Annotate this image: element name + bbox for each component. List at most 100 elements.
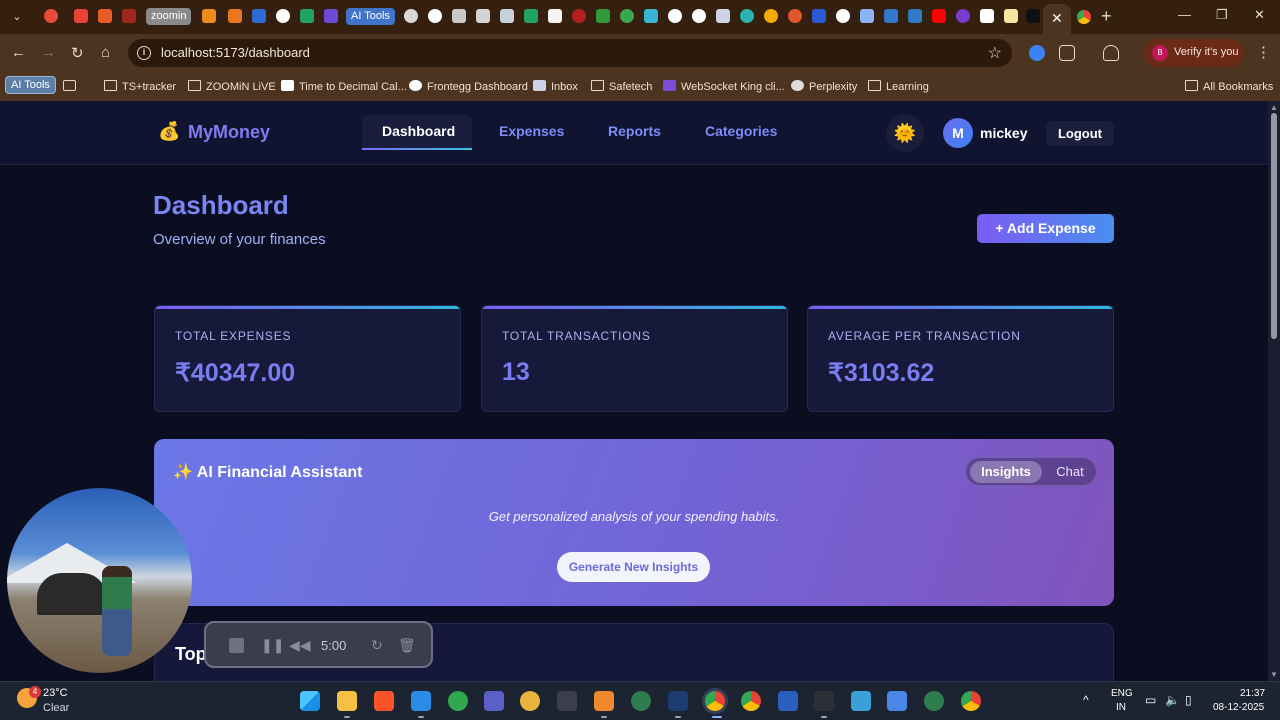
typescript-tab-icon[interactable] [908,9,922,23]
trash-icon[interactable]: 🗑 [398,637,416,654]
site-info-icon[interactable]: i [137,46,151,60]
tab-insights[interactable]: Insights [970,461,1042,483]
slack-icon[interactable] [520,691,540,711]
active-tab[interactable]: ✕ [1043,4,1071,34]
tab-zoomin[interactable]: zoomin [146,8,192,25]
teams-icon[interactable] [484,691,504,711]
weather-condition[interactable]: Clear [43,702,69,714]
bookmark-star-icon[interactable]: ☆ [988,43,1002,63]
github-tab-icon[interactable] [668,9,682,23]
tab-favicon-icon[interactable] [548,9,562,23]
youtube-tab-icon[interactable] [932,9,946,23]
terminal-icon[interactable] [814,691,834,711]
tab-favicon-icon[interactable] [98,9,112,23]
rewind-icon[interactable]: ◀◀ [289,637,311,654]
tab-favicon-icon[interactable] [620,9,634,23]
app-icon[interactable] [851,691,871,711]
nav-dashboard[interactable]: Dashboard [382,123,455,139]
weather-temperature[interactable]: 23°C [43,687,68,699]
app-icon[interactable] [924,691,944,711]
minimize-icon[interactable]: — [1178,7,1191,22]
tab-favicon-icon[interactable] [716,9,730,23]
bookmark-item[interactable]: Frontegg Dashboard [409,79,528,95]
tab-favicon-icon[interactable] [740,9,754,23]
tab-favicon-icon[interactable] [276,9,290,23]
tab-favicon-icon[interactable] [572,9,586,23]
forward-icon[interactable]: → [41,44,56,61]
bookmark-item[interactable]: Learning [868,79,929,95]
logout-button[interactable]: Logout [1046,121,1114,146]
page-scrollbar[interactable]: ▲ ▼ [1268,101,1280,681]
language-region[interactable]: IN [1116,702,1126,713]
reload-icon[interactable]: ↻ [71,44,84,62]
vscode-icon[interactable] [411,691,431,711]
back-icon[interactable]: ← [11,44,26,61]
battery-icon[interactable]: ▯ [1185,693,1192,707]
new-tab-icon[interactable]: + [1101,6,1112,27]
chrome-tab-icon[interactable] [1077,10,1091,24]
chrome-icon[interactable] [705,691,725,711]
nav-categories[interactable]: Categories [705,123,777,139]
tab-favicon-icon[interactable] [476,9,490,23]
theme-toggle-button[interactable]: 🌞 [886,114,924,152]
tab-favicon-icon[interactable] [228,9,242,23]
app-icon[interactable] [631,691,651,711]
close-window-icon[interactable]: ✕ [1254,7,1265,23]
browser-menu-icon[interactable]: ⋮ [1256,43,1271,61]
tab-favicon-icon[interactable] [596,9,610,23]
tab-chat[interactable]: Chat [1046,461,1094,483]
gmail-tab-icon[interactable] [74,9,88,23]
tab-favicon-icon[interactable] [202,9,216,23]
user-avatar[interactable]: M [943,118,973,148]
maximize-icon[interactable]: ❐ [1216,7,1228,23]
app-icon[interactable] [668,691,688,711]
tab-favicon-icon[interactable] [860,9,874,23]
add-expense-button[interactable]: + Add Expense [977,214,1114,243]
bookmark-item[interactable]: Safetech [591,79,652,95]
restart-icon[interactable]: ↻ [371,637,383,654]
tab-favicon-icon[interactable] [404,9,418,23]
scroll-up-icon[interactable]: ▲ [1270,103,1278,112]
generate-insights-button[interactable]: Generate New Insights [557,552,710,582]
scrollbar-thumb[interactable] [1271,113,1277,339]
close-tab-icon[interactable]: ✕ [1051,10,1063,27]
all-bookmarks[interactable]: All Bookmarks [1185,79,1273,95]
tab-favicon-icon[interactable] [788,9,802,23]
tab-favicon-icon[interactable] [812,9,826,23]
clock-time[interactable]: 21:37 [1240,688,1265,699]
bookmark-item[interactable]: Time to Decimal Cal... [281,79,407,95]
app-icon[interactable] [557,691,577,711]
tab-ai-tools[interactable]: AI Tools [346,8,395,25]
tab-favicon-icon[interactable] [300,9,314,23]
bookmark-item[interactable]: ZOOMiN LiVE [188,79,276,95]
word-icon[interactable] [778,691,798,711]
address-bar[interactable]: i localhost:5173/dashboard ☆ [128,39,1012,67]
scroll-down-icon[interactable]: ▼ [1270,670,1278,679]
tab-favicon-icon[interactable] [644,9,658,23]
brave-icon[interactable] [374,691,394,711]
bookmark-item[interactable]: Perplexity [791,79,857,95]
tab-favicon-icon[interactable] [44,9,58,23]
clock-date[interactable]: 08-12-2025 [1213,702,1264,713]
extensions-puzzle-icon[interactable] [1059,45,1075,61]
sublime-icon[interactable] [594,691,614,711]
speedometer-app-icon[interactable] [448,691,468,711]
verify-profile-chip[interactable]: B Verify it's you [1144,39,1244,67]
tab-favicon-icon[interactable] [452,9,466,23]
tab-favicon-icon[interactable] [524,9,538,23]
home-icon[interactable]: ⌂ [101,44,110,61]
chrome-profile-icon[interactable] [961,691,981,711]
bookmark-item[interactable]: Inbox [533,79,578,95]
tab-favicon-icon[interactable] [692,9,706,23]
notepad-icon[interactable] [887,691,907,711]
incognito-icon[interactable] [1103,45,1119,61]
pause-icon[interactable]: ❚❚ [261,637,284,654]
tray-chevron-icon[interactable]: ^ [1083,693,1089,707]
tab-favicon-icon[interactable] [252,9,266,23]
github-tab-icon[interactable] [428,9,442,23]
typescript-tab-icon[interactable] [884,9,898,23]
start-windows-icon[interactable] [300,691,320,711]
bookmark-item[interactable]: WebSocket King cli... [663,79,785,95]
tab-favicon-icon[interactable] [1004,9,1018,23]
nav-expenses[interactable]: Expenses [499,123,564,139]
